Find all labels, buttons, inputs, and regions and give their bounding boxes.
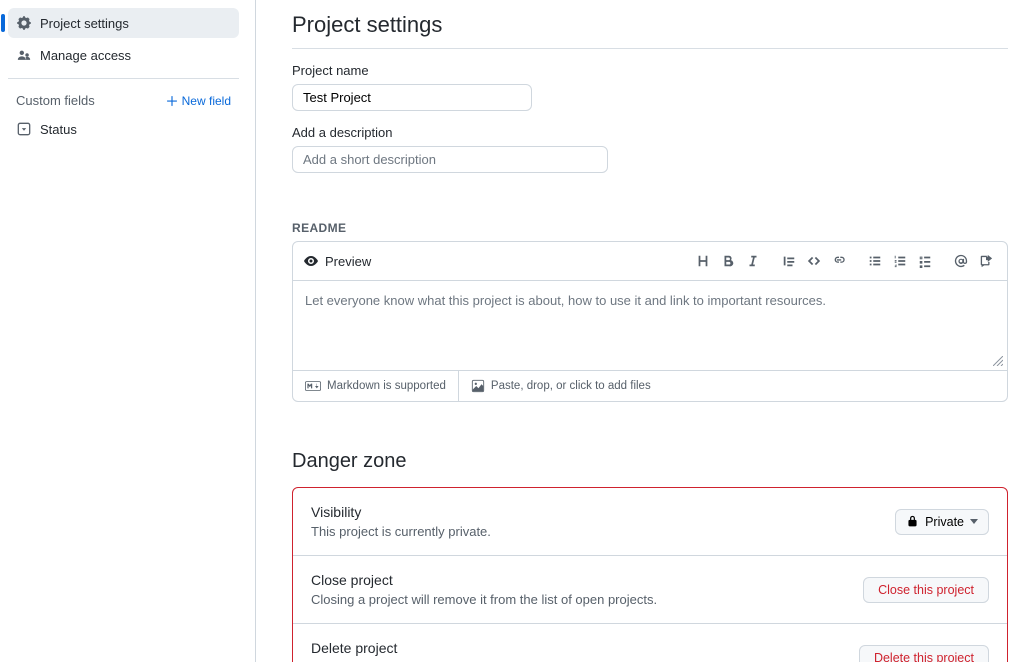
mention-icon[interactable] (950, 250, 972, 272)
visibility-button[interactable]: Private (895, 509, 989, 535)
ordered-list-icon[interactable] (889, 250, 911, 272)
project-name-label: Project name (292, 63, 1008, 78)
single-select-icon (16, 121, 32, 137)
sidebar-field-label: Status (40, 122, 77, 137)
description-label: Add a description (292, 125, 1008, 140)
code-icon[interactable] (803, 250, 825, 272)
readme-textarea[interactable] (293, 281, 1007, 367)
close-desc: Closing a project will remove it from th… (311, 592, 657, 607)
project-name-input[interactable] (292, 84, 532, 111)
sidebar: Project settings Manage access Custom fi… (0, 0, 256, 662)
quote-icon[interactable] (778, 250, 800, 272)
cross-reference-icon[interactable] (975, 250, 997, 272)
task-list-icon[interactable] (914, 250, 936, 272)
delete-project-button[interactable]: Delete this project (859, 645, 989, 662)
close-title: Close project (311, 572, 657, 588)
markdown-supported-note[interactable]: Markdown is supported (293, 372, 458, 400)
eye-icon (303, 253, 319, 269)
danger-row-close: Close project Closing a project will rem… (293, 555, 1007, 623)
page-title: Project settings (292, 12, 1008, 49)
delete-title: Delete project (311, 640, 705, 656)
danger-zone-title: Danger zone (292, 450, 1008, 473)
visibility-desc: This project is currently private. (311, 524, 491, 539)
preview-button[interactable]: Preview (303, 253, 371, 269)
readme-editor: Preview (292, 241, 1008, 402)
bold-icon[interactable] (717, 250, 739, 272)
new-field-label: New field (182, 94, 231, 108)
description-input[interactable] (292, 146, 608, 173)
image-icon (471, 379, 485, 393)
danger-row-visibility: Visibility This project is currently pri… (293, 488, 1007, 555)
unordered-list-icon[interactable] (864, 250, 886, 272)
visibility-title: Visibility (311, 504, 491, 520)
danger-zone: Visibility This project is currently pri… (292, 487, 1008, 662)
chevron-down-icon (970, 519, 978, 524)
sidebar-item-label: Manage access (40, 48, 131, 63)
close-project-button[interactable]: Close this project (863, 577, 989, 603)
gear-icon (16, 15, 32, 31)
preview-label: Preview (325, 254, 371, 269)
markdown-icon (305, 380, 321, 392)
readme-label: README (292, 221, 1008, 235)
heading-icon[interactable] (692, 250, 714, 272)
main: Project settings Project name Add a desc… (256, 0, 1024, 662)
readme-footer: Markdown is supported Paste, drop, or cl… (293, 370, 1007, 401)
sidebar-item-manage-access[interactable]: Manage access (8, 40, 239, 70)
danger-row-delete: Delete project Once you delete a project… (293, 623, 1007, 662)
readme-toolbar: Preview (293, 242, 1007, 281)
sidebar-item-label: Project settings (40, 16, 129, 31)
sidebar-item-project-settings[interactable]: Project settings (8, 8, 239, 38)
link-icon[interactable] (828, 250, 850, 272)
new-field-button[interactable]: New field (166, 94, 231, 108)
plus-icon (166, 95, 178, 107)
lock-icon (906, 515, 919, 528)
custom-fields-title: Custom fields (16, 93, 95, 108)
custom-fields-header: Custom fields New field (8, 87, 239, 114)
sidebar-divider (8, 78, 239, 79)
italic-icon[interactable] (742, 250, 764, 272)
add-files-note[interactable]: Paste, drop, or click to add files (458, 371, 663, 401)
sidebar-field-status[interactable]: Status (8, 114, 239, 144)
people-icon (16, 47, 32, 63)
